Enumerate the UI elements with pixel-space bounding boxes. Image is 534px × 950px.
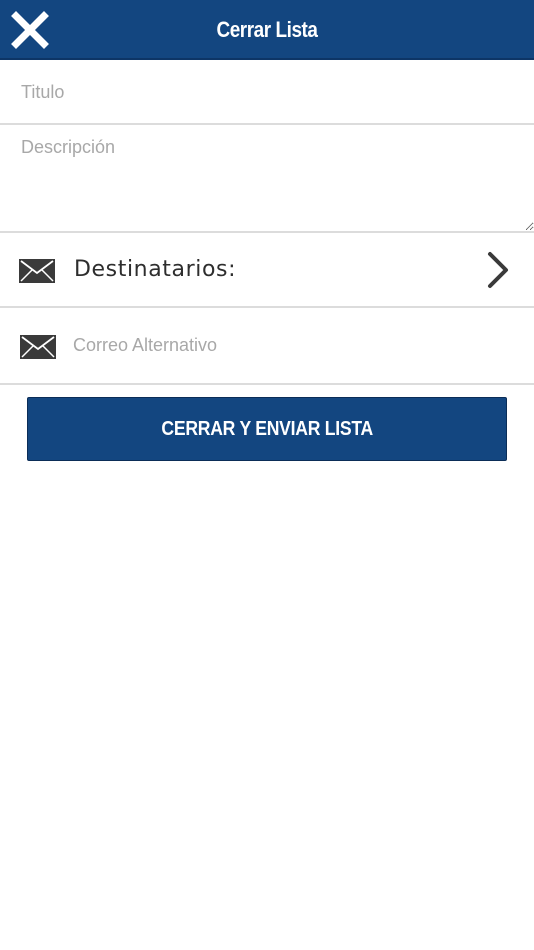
description-field: [0, 125, 534, 233]
envelope-icon: [20, 335, 56, 364]
close-and-send-label: CERRAR Y ENVIAR LISTA: [161, 417, 373, 440]
alternate-email-row: [0, 308, 534, 385]
recipients-label: Destinatarios:: [74, 257, 237, 282]
close-and-send-button[interactable]: CERRAR Y ENVIAR LISTA: [27, 397, 507, 461]
title-input[interactable]: [0, 62, 534, 123]
app-header: Cerrar Lista: [0, 0, 534, 60]
page-title: Cerrar Lista: [216, 17, 318, 42]
recipients-row[interactable]: Destinatarios:: [0, 233, 534, 308]
envelope-icon: [19, 259, 55, 288]
alternate-email-input[interactable]: [68, 308, 518, 383]
title-field: [0, 62, 534, 125]
description-input[interactable]: [0, 125, 534, 231]
chevron-right-icon[interactable]: [486, 251, 510, 294]
